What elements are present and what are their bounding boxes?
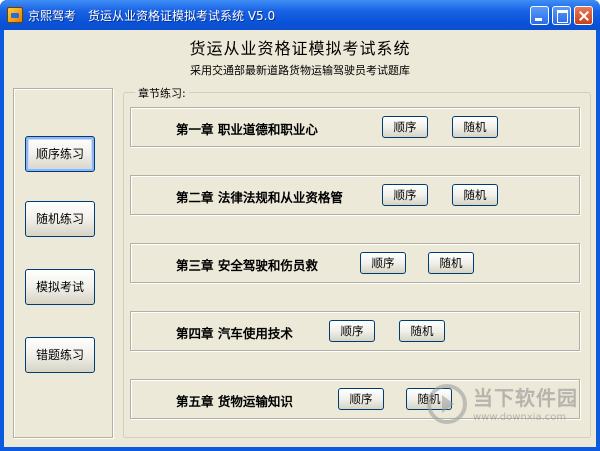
wrong-question-practice-button[interactable]: 错题练习 [25,337,95,373]
mock-exam-button[interactable]: 模拟考试 [25,269,95,305]
chapter-row-2: 第二章 法律法规和从业资格管 顺序 随机 [130,175,580,215]
random-practice-button[interactable]: 随机练习 [25,201,95,237]
chapter-2-sequential-button[interactable]: 顺序 [382,184,428,206]
window-title: 京熙驾考 货运从业资格证模拟考试系统 V5.0 [28,7,275,24]
chapter-label: 第五章 货物运输知识 [176,394,293,409]
chapter-row-4: 第四章 汽车使用技术 顺序 随机 [130,311,580,351]
chapter-3-random-button[interactable]: 随机 [428,252,474,274]
chapter-label: 第二章 法律法规和从业资格管 [176,190,343,205]
chapter-2-random-button[interactable]: 随机 [452,184,498,206]
chapter-row-1: 第一章 职业道德和职业心 顺序 随机 [130,107,580,147]
window-app-name: 京熙驾考 [28,9,77,23]
minimize-button[interactable] [530,6,549,25]
window-title-text: 货运从业资格证模拟考试系统 V5.0 [88,9,276,23]
watermark-logo-icon [427,384,467,424]
page-title: 货运从业资格证模拟考试系统 [189,39,411,58]
app-window: 京熙驾考 货运从业资格证模拟考试系统 V5.0 货运从业资格证模拟考试系统 采用交… [0,0,600,451]
chapter-3-sequential-button[interactable]: 顺序 [360,252,406,274]
chapter-row-3: 第三章 安全驾驶和伤员救 顺序 随机 [130,243,580,283]
chapter-4-sequential-button[interactable]: 顺序 [329,320,375,342]
chapter-label: 第四章 汽车使用技术 [176,326,293,341]
maximize-button[interactable] [552,6,571,25]
close-button[interactable] [574,6,593,25]
sequential-practice-button[interactable]: 顺序练习 [25,136,95,172]
watermark-url: www.downxia.com [473,412,567,423]
mode-panel: 顺序练习 随机练习 模拟考试 错题练习 [13,88,113,438]
page-subtitle: 采用交通部最新道路货物运输驾驶员考试题库 [190,64,410,77]
title-bar[interactable]: 京熙驾考 货运从业资格证模拟考试系统 V5.0 [0,0,600,30]
watermark-name: 当下软件园 [473,386,578,410]
chapter-1-sequential-button[interactable]: 顺序 [382,116,428,138]
chapter-5-sequential-button[interactable]: 顺序 [338,388,384,410]
app-icon[interactable] [7,7,23,23]
chapter-label: 第三章 安全驾驶和伤员救 [176,258,318,273]
chapter-1-random-button[interactable]: 随机 [452,116,498,138]
watermark: 当下软件园 www.downxia.com [425,380,595,448]
chapter-practice-legend: 章节练习: [135,85,189,101]
chapter-label: 第一章 职业道德和职业心 [176,122,318,137]
chapter-4-random-button[interactable]: 随机 [399,320,445,342]
